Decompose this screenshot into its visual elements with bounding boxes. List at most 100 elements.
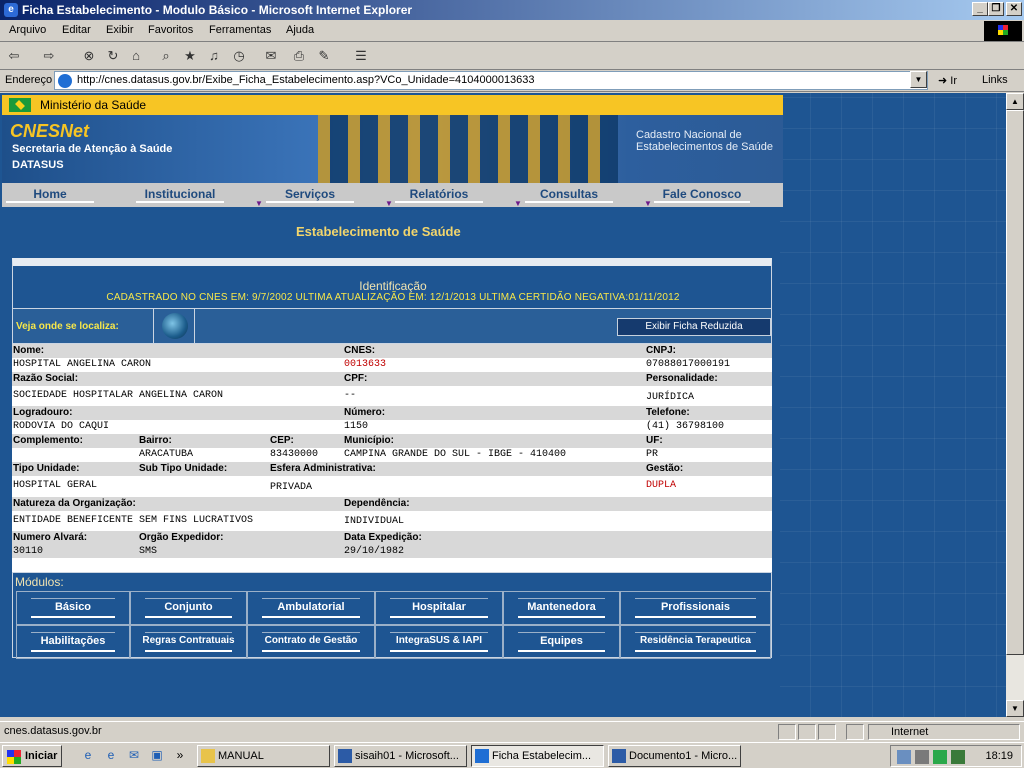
task-sisaih01[interactable]: sisaih01 - Microsoft... <box>334 745 467 767</box>
menu-favoritos[interactable]: Favoritos <box>148 24 193 36</box>
module-label: Básico <box>54 601 92 613</box>
alvara-label: Numero Alvará: <box>13 532 88 543</box>
address-dropdown-icon[interactable]: ▼ <box>910 71 927 88</box>
nav-home[interactable]: Home <box>6 187 94 203</box>
discuss-icon[interactable]: ☰ <box>352 48 370 65</box>
page-content: Ministério da Saúde CNESNet Secretaria d… <box>0 93 1006 717</box>
task-documento1[interactable]: Documento1 - Micro... <box>608 745 741 767</box>
word-icon <box>612 749 626 763</box>
history-icon[interactable]: ◷ <box>230 48 248 65</box>
links-button[interactable]: Links <box>982 74 1008 86</box>
task-label: Documento1 - Micro... <box>629 750 738 762</box>
scroll-down-icon[interactable]: ▼ <box>1006 700 1024 717</box>
go-button[interactable]: ➜ Ir <box>938 74 957 87</box>
zone-label: Internet <box>891 726 929 738</box>
scroll-up-icon[interactable]: ▲ <box>1006 93 1024 110</box>
module-habilitacoes-button[interactable]: Habilitações <box>16 625 130 659</box>
data-expedicao-label: Data Expedição: <box>344 532 422 543</box>
clock: 18:19 <box>985 750 1013 762</box>
numero-value: 1150 <box>344 421 369 432</box>
nome-label: Nome: <box>13 345 45 356</box>
print-icon[interactable]: ⎙ <box>290 48 308 65</box>
cep-value: 83430000 <box>270 449 319 460</box>
establishment-form: Nome: CNES: CNPJ: HOSPITAL ANGELINA CARO… <box>12 344 772 572</box>
windows-logo-icon <box>984 21 1022 41</box>
edit-icon[interactable]: ✎ <box>315 48 333 65</box>
secretaria-label: Secretaria de Atenção à Saúde <box>12 143 173 155</box>
start-label: Iniciar <box>25 750 58 762</box>
tray-icon[interactable] <box>897 750 911 764</box>
media-icon[interactable]: ♫ <box>205 48 223 65</box>
tray-icon[interactable] <box>933 750 947 764</box>
dependencia-label: Dependência: <box>344 498 410 509</box>
scroll-thumb[interactable] <box>1006 110 1024 655</box>
nav-consultas[interactable]: Consultas <box>525 187 613 203</box>
module-profissionais-button[interactable]: Profissionais <box>620 591 771 625</box>
razao-label: Razão Social: <box>13 373 79 384</box>
personalidade-label: Personalidade: <box>646 373 718 384</box>
module-ambulatorial-button[interactable]: Ambulatorial <box>247 591 375 625</box>
logradouro-label: Logradouro: <box>13 407 73 418</box>
ficha-panel: Identificação CADASTRADO NO CNES EM: 9/7… <box>12 258 772 659</box>
forward-icon[interactable]: ⇨ <box>40 48 58 65</box>
menu-arquivo[interactable]: Arquivo <box>9 24 46 36</box>
module-integrasus-button[interactable]: IntegraSUS & IAPI <box>375 625 503 659</box>
status-segment <box>818 724 836 740</box>
tray-icon[interactable] <box>915 750 929 764</box>
reduced-form-button[interactable]: Exibir Ficha Reduzida <box>617 318 771 336</box>
menu-ajuda[interactable]: Ajuda <box>286 24 314 36</box>
module-label: Regras Contratuais <box>142 635 235 646</box>
nav-relatorios[interactable]: Relatórios <box>395 187 483 203</box>
start-button[interactable]: Iniciar <box>2 745 62 767</box>
favorites-icon[interactable]: ★ <box>181 48 199 65</box>
mail-icon[interactable]: ✉ <box>262 48 280 65</box>
module-basico-button[interactable]: Básico <box>16 591 130 625</box>
menu-bar: Arquivo Editar Exibir Favoritos Ferramen… <box>0 20 1024 42</box>
address-label: Endereço <box>5 74 53 86</box>
module-regras-button[interactable]: Regras Contratuais <box>130 625 247 659</box>
address-input[interactable]: http://cnes.datasus.gov.br/Exibe_Ficha_E… <box>54 71 928 90</box>
module-label: Mantenedora <box>527 601 596 613</box>
minimize-button[interactable]: _ <box>972 2 988 16</box>
nav-servicos[interactable]: Serviços <box>266 187 354 203</box>
title-bar: e Ficha Estabelecimento - Modulo Básico … <box>0 0 1024 20</box>
window-title: Ficha Estabelecimento - Modulo Básico - … <box>22 3 413 17</box>
stop-icon[interactable]: ⊗ <box>80 48 98 65</box>
refresh-icon[interactable]: ↻ <box>104 48 122 65</box>
module-mantenedora-button[interactable]: Mantenedora <box>503 591 620 625</box>
module-contrato-button[interactable]: Contrato de Gestão <box>247 625 375 659</box>
restore-button[interactable]: ❐ <box>988 2 1004 16</box>
status-bar: cnes.datasus.gov.br Internet <box>0 721 1024 741</box>
nav-fale-conosco[interactable]: Fale Conosco <box>654 187 750 203</box>
desktop-quicklaunch-icon[interactable]: ▣ <box>149 748 165 764</box>
personalidade-value: JURÍDICA <box>646 392 695 403</box>
task-ficha[interactable]: Ficha Estabelecim... <box>471 745 604 767</box>
menu-ferramentas[interactable]: Ferramentas <box>209 24 271 36</box>
data-expedicao-value: 29/10/1982 <box>344 546 405 557</box>
ie-quicklaunch-icon[interactable]: e <box>103 748 119 764</box>
natureza-value: ENTIDADE BENEFICENTE SEM FINS LUCRATIVOS <box>13 515 254 526</box>
menu-exibir[interactable]: Exibir <box>106 24 134 36</box>
dropdown-icon: ▼ <box>514 199 522 208</box>
back-icon[interactable]: ⇦ <box>5 48 23 65</box>
module-conjunto-button[interactable]: Conjunto <box>130 591 247 625</box>
close-button[interactable]: ✕ <box>1006 2 1022 16</box>
globe-map-icon[interactable] <box>153 309 195 343</box>
orgao-label: Orgão Expedidor: <box>139 532 224 543</box>
menu-editar[interactable]: Editar <box>62 24 91 36</box>
task-manual[interactable]: MANUAL <box>197 745 330 767</box>
module-hospitalar-button[interactable]: Hospitalar <box>375 591 503 625</box>
outlook-quicklaunch-icon[interactable]: ✉ <box>126 748 142 764</box>
search-icon[interactable]: ⌕ <box>157 48 175 65</box>
ministry-bar: Ministério da Saúde <box>2 95 783 115</box>
system-tray: 18:19 <box>890 745 1022 767</box>
ie-quicklaunch-icon[interactable]: e <box>80 748 96 764</box>
module-residencia-button[interactable]: Residência Terapeutica <box>620 625 771 659</box>
tray-icon[interactable] <box>951 750 965 764</box>
home-icon[interactable]: ⌂ <box>127 48 145 65</box>
more-quicklaunch-icon[interactable]: » <box>172 748 188 764</box>
module-equipes-button[interactable]: Equipes <box>503 625 620 659</box>
nav-institucional[interactable]: Institucional <box>136 187 224 203</box>
vertical-scrollbar[interactable]: ▲ ▼ <box>1006 93 1024 717</box>
cpf-value: -- <box>344 390 357 401</box>
